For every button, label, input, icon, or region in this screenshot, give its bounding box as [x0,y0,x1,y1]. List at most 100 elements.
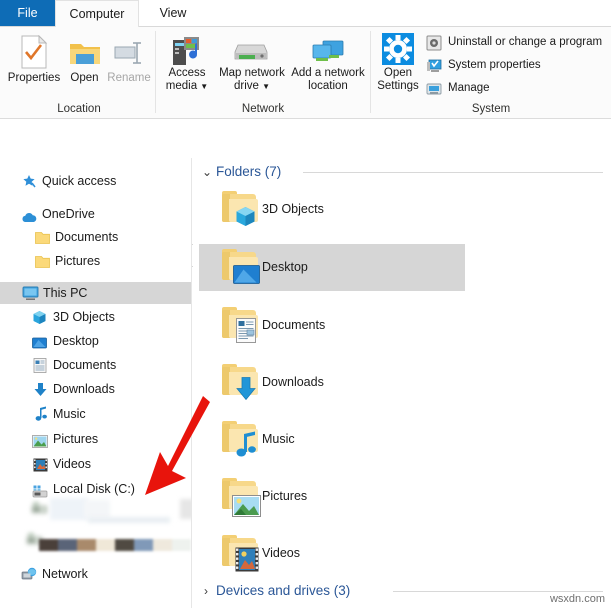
redacted-block-b [84,500,110,518]
group-header-devices-label: Devices and drives (3) [216,583,351,598]
ribbon-open-label: Open [70,72,99,84]
file-tile-desktop[interactable]: Desktop [199,244,465,291]
chevron-down-icon[interactable]: ⌄ [202,162,212,182]
sidebar-item-onedrive-documents[interactable]: Documents [0,226,191,248]
sidebar-item-3d-objects[interactable]: 3D Objects [0,306,191,328]
manage-icon [426,81,442,100]
ribbon-group-label-location: Location [57,103,101,115]
add-network-location-icon [309,39,347,69]
redacted-block-c [88,517,170,523]
redacted-mosaic-block-3 [96,539,115,551]
redacted-block-d [180,499,191,519]
file-tile-documents[interactable]: Documents [199,302,461,349]
rename-icon [113,41,145,69]
ribbon: Properties Open Rename Location Access m… [0,27,611,119]
redacted-mosaic-block-7 [172,539,191,551]
group-header-rule-devices [393,591,603,592]
file-tile-videos[interactable]: Videos [199,530,461,577]
ribbon-access-media-label-2: media ▼ [158,80,216,94]
sidebar-label-desktop: Desktop [53,334,99,348]
redacted-mosaic-block-1 [58,539,77,551]
tab-view[interactable]: View [139,0,207,27]
redacted-mosaic-block-5 [134,539,153,551]
videos-icon [33,457,48,479]
ribbon-open-settings-label-2: Settings [377,80,419,92]
sidebar-item-local-disk-c[interactable]: Local Disk (C:) [0,478,191,500]
address-bar: ← → ˇ ↑ › This PC [0,119,611,267]
this-pc-icon [22,286,39,308]
ribbon-uninstall-program-label: Uninstall or change a program [448,36,603,48]
chevron-down-icon[interactable]: ▼ [262,82,270,91]
file-tile-pictures[interactable]: Pictures [199,473,461,520]
content-pane[interactable]: ⌄ Folders (7) 3D Objects Desktop Documen… [193,158,611,608]
folder-downloads-icon [222,364,260,401]
redacted-mosaic-block-6 [153,539,172,551]
ribbon-access-media-label-1: Access [168,67,206,79]
sidebar-label-onedrive-documents: Documents [55,230,119,244]
group-header-rule-folders [303,172,603,173]
plain-folder-icon [35,230,50,252]
redacted-mosaic-block-2 [77,539,96,551]
tab-computer[interactable]: Computer [55,0,139,28]
sidebar-label-quick-access: Quick access [42,174,117,188]
chevron-down-icon[interactable]: ▼ [200,82,208,91]
ribbon-map-drive-label-2: drive ▼ [216,80,288,94]
tab-file[interactable]: File [0,0,55,27]
ribbon-add-location-label-1: Add a network [291,67,365,79]
navigation-pane[interactable]: Quick access OneDrive Documents Pictures… [0,158,192,608]
sidebar-label-network: Network [42,567,88,581]
sidebar-label-pictures: Pictures [53,432,99,446]
file-tile-label-documents: Documents [262,318,326,332]
chevron-right-icon[interactable]: › [204,581,208,601]
sidebar-label-local-disk-c: Local Disk (C:) [53,482,135,496]
folder-videos-icon [222,535,260,572]
ribbon-group-divider-2 [370,31,371,113]
file-explorer-window: File Computer View Properties Open Renam… [0,0,611,608]
ribbon-group-divider-1 [155,31,156,113]
folder-pictures-icon [222,478,261,517]
ribbon-rename-label: Rename [107,72,151,84]
ribbon-tab-strip: File Computer View [0,0,611,28]
sidebar-label-onedrive: OneDrive [42,207,95,221]
folder-music-icon [222,421,260,457]
system-properties-icon [426,58,442,77]
sidebar-label-videos: Videos [53,457,91,471]
sidebar-item-music[interactable]: Music [0,403,191,425]
sidebar-item-onedrive-pictures[interactable]: Pictures [0,250,191,272]
sidebar-item-redacted-2[interactable] [0,532,191,558]
file-tile-music[interactable]: Music [199,416,461,463]
file-tile-downloads[interactable]: Downloads [199,359,461,406]
file-tile-label-music: Music [262,432,295,446]
sidebar-item-network[interactable]: Network [0,563,191,585]
documents-icon [33,358,47,380]
file-tile-3d-objects[interactable]: 3D Objects [199,186,461,233]
sidebar-item-desktop[interactable]: Desktop [0,330,191,352]
sidebar-item-videos[interactable]: Videos [0,453,191,475]
ribbon-map-drive-label-1: Map network [219,67,285,79]
music-icon [35,406,48,429]
drive-icon-blurred [31,501,48,518]
sidebar-item-onedrive[interactable]: OneDrive [0,203,191,225]
sidebar-label-downloads: Downloads [53,382,115,396]
sidebar-label-documents: Documents [53,358,117,372]
downloads-icon [34,382,47,404]
3d-objects-icon [32,310,47,332]
sidebar-item-downloads[interactable]: Downloads [0,378,191,400]
sidebar-item-redacted-1[interactable] [0,498,191,526]
sidebar-label-onedrive-pictures: Pictures [55,254,101,268]
ribbon-system-properties-label: System properties [448,59,541,71]
file-tile-label-videos: Videos [262,546,300,560]
sidebar-item-documents[interactable]: Documents [0,354,191,376]
open-folder-icon [69,39,101,71]
sidebar-item-this-pc[interactable]: This PC [0,282,191,304]
file-tile-label-3d-objects: 3D Objects [262,202,324,216]
ribbon-open-settings-label-1: Open [383,67,413,79]
sidebar-label-this-pc: This PC [43,286,88,300]
file-tile-label-downloads: Downloads [262,375,324,389]
sidebar-item-quick-access[interactable]: Quick access [0,170,191,192]
sidebar-item-pictures[interactable]: Pictures [0,428,191,450]
access-media-icon [170,35,204,71]
group-header-folders-label: Folders (7) [216,164,282,179]
star-pin-icon [22,174,37,196]
redacted-mosaic-block-4 [115,539,134,551]
